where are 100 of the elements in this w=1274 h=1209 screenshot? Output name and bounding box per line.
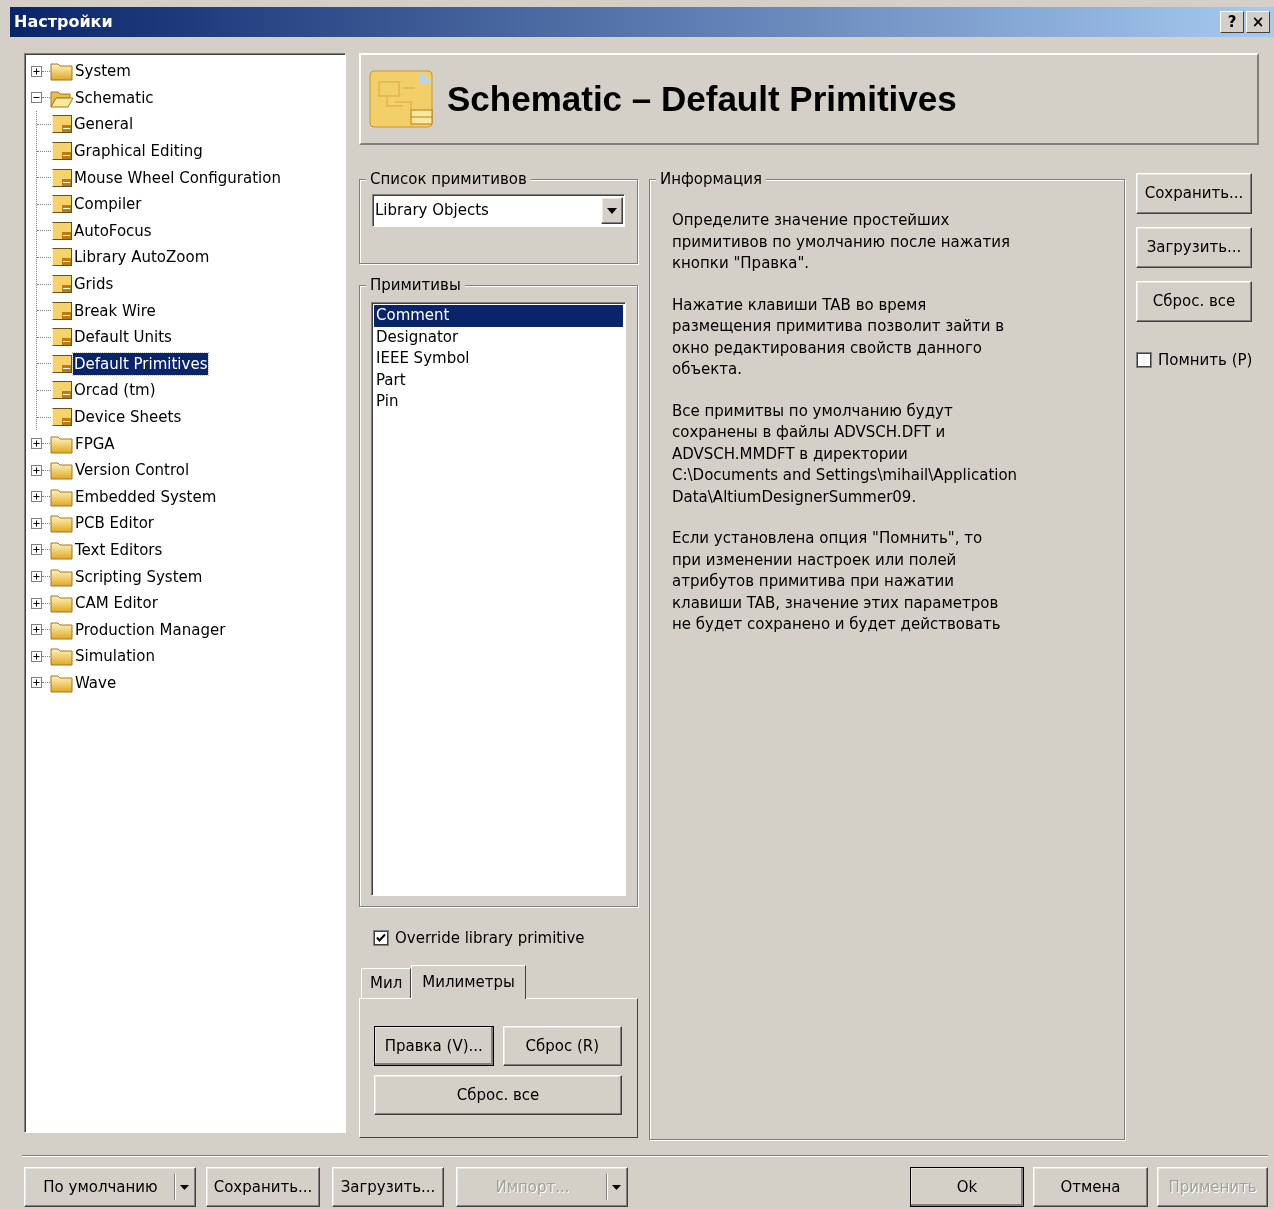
cancel-button[interactable]: Отмена bbox=[1033, 1167, 1148, 1207]
expand-icon[interactable] bbox=[31, 624, 42, 636]
tree-item[interactable]: PCB Editor bbox=[74, 512, 155, 535]
checkbox-label[interactable]: Помнить (P) bbox=[1158, 349, 1253, 372]
caret-icon bbox=[180, 1184, 189, 1190]
expand-icon[interactable] bbox=[31, 544, 42, 556]
page-title: Schematic – Default Primitives bbox=[447, 77, 957, 120]
tree-item[interactable]: Graphical Editing bbox=[73, 140, 204, 163]
primitives-list[interactable]: Comment Designator IEEE Symbol Part Pin bbox=[371, 302, 626, 896]
expand-icon[interactable] bbox=[31, 464, 42, 476]
load-button[interactable]: Загрузить... bbox=[332, 1167, 444, 1207]
group-label: Список примитивов bbox=[366, 169, 531, 189]
expand-icon[interactable] bbox=[31, 677, 42, 689]
folder-icon bbox=[50, 61, 74, 82]
save-button[interactable]: Сохранить... bbox=[1136, 173, 1252, 214]
tree-item[interactable]: Break Wire bbox=[73, 299, 157, 322]
dropdown-arrow-button[interactable] bbox=[601, 197, 623, 224]
ok-button[interactable]: Ok bbox=[910, 1167, 1024, 1207]
defaults-button[interactable]: По умолчанию bbox=[24, 1167, 196, 1207]
caret-icon bbox=[612, 1184, 621, 1190]
page-icon bbox=[51, 274, 73, 295]
reset-button[interactable]: Сброс (R) bbox=[502, 1026, 622, 1066]
folder-icon bbox=[50, 460, 74, 481]
expand-icon[interactable] bbox=[31, 65, 42, 77]
reset-all-button[interactable]: Сброс. все bbox=[1136, 281, 1252, 322]
tree-item[interactable]: Schematic bbox=[74, 86, 155, 109]
list-item[interactable]: Comment bbox=[374, 305, 623, 327]
page-icon bbox=[51, 141, 73, 162]
tree-item[interactable]: CAM Editor bbox=[74, 592, 159, 615]
list-item[interactable]: Designator bbox=[374, 326, 623, 348]
folder-icon bbox=[50, 433, 74, 454]
tree-item[interactable]: Library AutoZoom bbox=[73, 246, 211, 269]
tree-item[interactable]: Version Control bbox=[74, 459, 191, 482]
unit-tab[interactable]: Милиметры bbox=[411, 965, 526, 999]
list-item[interactable]: IEEE Symbol bbox=[374, 348, 623, 370]
group-label: Примитивы bbox=[366, 275, 465, 295]
expand-icon[interactable] bbox=[31, 491, 42, 503]
expand-icon[interactable] bbox=[31, 517, 42, 529]
checkbox[interactable] bbox=[1136, 352, 1152, 369]
load-button[interactable]: Загрузить... bbox=[1136, 227, 1252, 268]
save-button[interactable]: Сохранить... bbox=[206, 1167, 320, 1207]
tree-item[interactable]: Text Editors bbox=[74, 539, 164, 561]
tree-item[interactable]: Wave bbox=[74, 671, 118, 694]
tree-item[interactable]: Default Primitives bbox=[73, 352, 209, 375]
page-icon bbox=[51, 194, 73, 215]
edit-button[interactable]: Правка (V)... bbox=[374, 1026, 494, 1066]
tree-item[interactable]: Device Sheets bbox=[73, 406, 183, 428]
tree-item[interactable]: Embedded System bbox=[74, 485, 218, 508]
primitive-list-dropdown[interactable]: Library Objects bbox=[372, 194, 625, 227]
folder-icon bbox=[50, 593, 74, 614]
folder-icon bbox=[50, 540, 74, 560]
caret-icon bbox=[607, 207, 617, 214]
tree-item[interactable]: Default Units bbox=[73, 326, 173, 349]
folder-icon bbox=[50, 646, 74, 667]
checkbox[interactable] bbox=[373, 930, 389, 946]
tree-item[interactable]: Mouse Wheel Configuration bbox=[73, 166, 282, 189]
tree-item[interactable]: Compiler bbox=[73, 193, 143, 216]
page-icon bbox=[51, 300, 73, 321]
folder-icon bbox=[50, 513, 74, 534]
folder-icon bbox=[50, 566, 74, 587]
page-icon bbox=[51, 407, 73, 427]
list-item[interactable]: Pin bbox=[374, 391, 623, 413]
expand-icon[interactable] bbox=[31, 571, 42, 583]
tree-item[interactable]: Scripting System bbox=[74, 565, 204, 588]
tree-item[interactable]: Production Manager bbox=[74, 618, 227, 641]
expand-icon[interactable] bbox=[31, 650, 42, 662]
page-icon bbox=[51, 327, 73, 348]
tree-item[interactable]: AutoFocus bbox=[73, 219, 153, 242]
group-label: Информация bbox=[656, 169, 767, 189]
info-paragraph: Все примитвы по умолчанию будут сохранены в файлы ADVSCH.DFT и ADVSCH.MMDFT в директории C:\Documents and Settings\mihail\Application Data\AltiumDesignerSummer09. bbox=[672, 400, 1019, 508]
page-icon bbox=[51, 167, 73, 188]
tree-item[interactable]: Grids bbox=[73, 273, 115, 296]
unit-tab[interactable]: Мил bbox=[361, 968, 412, 998]
info-paragraph: Определите значение простейших примитивов по умолчанию после нажатия кнопки "Правка". bbox=[672, 210, 1011, 274]
info-paragraph: Нажатие клавиши TAB во время размещения примитива позволит зайти в окно редактирования свойств данного объекта. bbox=[672, 294, 1006, 380]
window-title: Настройки bbox=[14, 11, 114, 33]
page-icon bbox=[51, 247, 73, 268]
tree-item[interactable]: Simulation bbox=[74, 645, 156, 668]
info-paragraph: Если установлена опция "Помнить", то при изменении настроек или полей атрибутов примитива при нажатии клавиши TAB, значение этих параметров не будет сохранено и будет действовать bbox=[672, 528, 1002, 635]
checkbox-label[interactable]: Override library primitive bbox=[395, 926, 585, 950]
page-icon bbox=[51, 220, 73, 241]
schematic-document-icon bbox=[367, 68, 435, 130]
page-icon bbox=[51, 353, 73, 374]
tree-item[interactable]: FPGA bbox=[74, 432, 116, 455]
page-icon bbox=[51, 380, 73, 401]
tree-item[interactable]: System bbox=[74, 60, 132, 83]
expand-icon[interactable] bbox=[31, 438, 42, 450]
close-button[interactable]: × bbox=[1246, 11, 1270, 33]
page-icon bbox=[51, 114, 73, 135]
list-item[interactable]: Part bbox=[374, 369, 623, 391]
collapse-icon[interactable] bbox=[31, 92, 42, 104]
reset-all-button[interactable]: Сброс. все bbox=[374, 1075, 622, 1115]
folder-icon bbox=[50, 672, 74, 693]
dropdown-value: Library Objects bbox=[375, 200, 490, 222]
folder-icon bbox=[50, 619, 74, 640]
help-button[interactable]: ? bbox=[1220, 11, 1244, 33]
folder-icon bbox=[50, 486, 74, 507]
expand-icon[interactable] bbox=[31, 597, 42, 609]
tree-item[interactable]: General bbox=[73, 113, 135, 136]
tree-item[interactable]: Orcad (tm) bbox=[73, 379, 157, 402]
